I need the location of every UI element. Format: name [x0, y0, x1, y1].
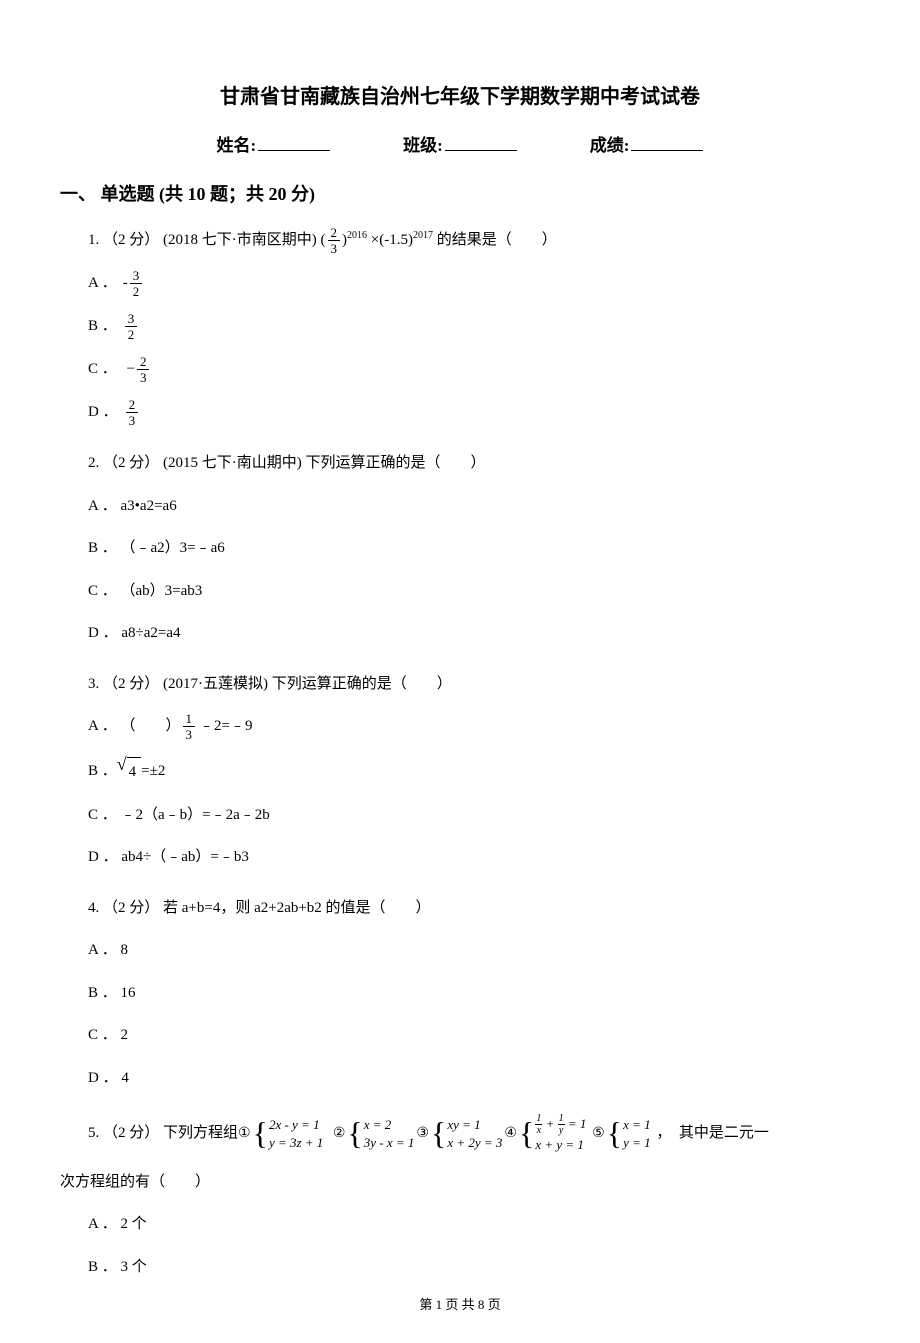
q3-b-post: =±2: [141, 757, 165, 786]
q5-s3a: xy = 1: [447, 1116, 502, 1134]
question-4: 4. （2 分） 若 a+b=4，则 a2+2ab+b2 的值是（ ） A ． …: [88, 894, 860, 1093]
q1-option-a: A ．-32: [88, 269, 860, 298]
q5-line2: 次方程组的有（ ）: [60, 1168, 860, 1197]
q5-option-a: A ． 2 个: [88, 1210, 860, 1239]
q1-c-num: 2: [137, 355, 150, 370]
q5-s2b: 3y - x = 1: [364, 1134, 415, 1152]
q3-a-den: 3: [183, 727, 196, 741]
score-label: 成绩:: [590, 131, 630, 156]
q1-a-sign: -: [123, 269, 128, 298]
q1-stem: 1. （2 分） (2018 七下·市南区期中) (23)2016 ×(-1.5…: [88, 226, 860, 255]
q2-option-d: D ． a8÷a2=a4: [88, 619, 860, 648]
q4-stem: 4. （2 分） 若 a+b=4，则 a2+2ab+b2 的值是（ ）: [88, 894, 860, 923]
q5-c3: ③: [416, 1116, 429, 1152]
q5-s4-d2: y: [559, 1125, 563, 1136]
q5-stem: 5. （2 分） 下列方程组①{2x - y = 1y = 3z + 1 ②{x…: [88, 1114, 860, 1154]
q3-stem: 3. （2 分） (2017·五莲模拟) 下列运算正确的是（ ）: [88, 670, 860, 699]
name-field: 姓名:: [216, 131, 330, 156]
q4-option-b: B ． 16: [88, 979, 860, 1008]
q5-s1a: 2x - y = 1: [269, 1116, 323, 1134]
name-blank: [258, 133, 330, 151]
q4-option-a: A ． 8: [88, 936, 860, 965]
q1-d-num: 2: [126, 398, 139, 413]
class-blank: [445, 133, 517, 151]
q2-option-c: C ． （ab）3=ab3: [88, 577, 860, 606]
q3-b-pre: B ．: [88, 757, 117, 786]
system-2: {x = 23y - x = 1: [347, 1116, 414, 1151]
q2-option-a: A ． a3•a2=a6: [88, 492, 860, 521]
page-title: 甘肃省甘南藏族自治州七年级下学期数学期中考试试卷: [60, 80, 860, 109]
class-label: 班级:: [403, 131, 443, 156]
q5-s4-n1: 1: [535, 1114, 542, 1125]
q5-c4: ④: [504, 1116, 517, 1152]
q1-prefix: 1. （2 分） (2018 七下·市南区期中): [88, 232, 317, 248]
q3-b-sqrt: 4: [127, 757, 142, 787]
score-field: 成绩:: [590, 131, 704, 156]
name-label: 姓名:: [216, 131, 256, 156]
q1-b-den: 2: [125, 327, 138, 341]
question-3: 3. （2 分） (2017·五莲模拟) 下列运算正确的是（ ） A ． （ ）…: [88, 670, 860, 872]
q5-s4-eq: = 1: [568, 1116, 587, 1131]
q5-prefix: 5. （2 分） 下列方程组: [88, 1125, 238, 1141]
q1-base2: (-1.5): [379, 232, 413, 248]
class-field: 班级:: [403, 131, 517, 156]
q5-c1: ①: [238, 1116, 251, 1152]
score-blank: [631, 133, 703, 151]
system-1: {2x - y = 1y = 3z + 1: [253, 1116, 324, 1151]
q5-option-b: B ． 3 个: [88, 1253, 860, 1282]
q5-tail: ， 其中是二元一: [656, 1125, 769, 1141]
q5-s5b: y = 1: [623, 1134, 651, 1152]
q5-s2a: x = 2: [364, 1116, 415, 1134]
q1-tail: 的结果是（ ）: [437, 232, 557, 248]
sqrt-icon: √4: [117, 755, 141, 787]
q3-option-c: C ． ﹣2（a﹣b）=﹣2a﹣2b: [88, 801, 860, 830]
q3-option-b: B ． √4 =±2: [88, 755, 860, 787]
q1-option-d: D ．23: [88, 398, 860, 427]
q1-exp2: 2017: [413, 230, 433, 241]
q3-a-post: ﹣2=﹣9: [199, 712, 252, 741]
system-3: {xy = 1x + 2y = 3: [431, 1116, 502, 1151]
info-line: 姓名: 班级: 成绩:: [60, 131, 860, 156]
q1-c-den: 3: [137, 370, 150, 384]
q3-a-num: 1: [183, 712, 196, 727]
question-1: 1. （2 分） (2018 七下·市南区期中) (23)2016 ×(-1.5…: [88, 226, 860, 427]
system-4: {1x + 1y = 1x + y = 1: [519, 1114, 586, 1154]
q4-option-c: C ． 2: [88, 1021, 860, 1050]
q1-c-sign: −: [127, 355, 135, 384]
q5-c2: ②: [333, 1116, 346, 1152]
question-5: 5. （2 分） 下列方程组①{2x - y = 1y = 3z + 1 ②{x…: [88, 1114, 860, 1281]
q1-exp1: 2016: [347, 230, 367, 241]
q1-a-num: 3: [130, 269, 143, 284]
q3-a-pre: A ． （ ）: [88, 712, 181, 741]
q2-option-b: B ． （﹣a2）3=﹣a6: [88, 534, 860, 563]
q5-c5: ⑤: [592, 1116, 605, 1152]
q1-base1-num: 2: [328, 226, 341, 241]
q1-base1-den: 3: [328, 241, 341, 255]
question-2: 2. （2 分） (2015 七下·南山期中) 下列运算正确的是（ ） A ． …: [88, 449, 860, 648]
q4-option-d: D ． 4: [88, 1064, 860, 1093]
q1-option-b: B ．32: [88, 312, 860, 341]
q1-d-den: 3: [126, 413, 139, 427]
q1-option-c: C ． −23: [88, 355, 860, 384]
q3-option-a: A ． （ ） 13 ﹣2=﹣9: [88, 712, 860, 741]
q5-s4b: x + y = 1: [535, 1136, 586, 1154]
q5-s1b: y = 3z + 1: [269, 1134, 323, 1152]
q3-option-d: D ． ab4÷（﹣ab）=﹣b3: [88, 843, 860, 872]
q5-s4-n2: 1: [558, 1114, 565, 1125]
q5-s5a: x = 1: [623, 1116, 651, 1134]
q2-stem: 2. （2 分） (2015 七下·南山期中) 下列运算正确的是（ ）: [88, 449, 860, 478]
q1-b-num: 3: [125, 312, 138, 327]
q5-s3b: x + 2y = 3: [447, 1134, 502, 1152]
system-5: {x = 1y = 1: [607, 1116, 651, 1151]
q5-s4-d1: x: [537, 1125, 541, 1136]
q1-a-den: 2: [130, 284, 143, 298]
page-footer: 第 1 页 共 8 页: [60, 1294, 860, 1313]
section-header: 一、 单选题 (共 10 题；共 20 分): [60, 180, 860, 206]
